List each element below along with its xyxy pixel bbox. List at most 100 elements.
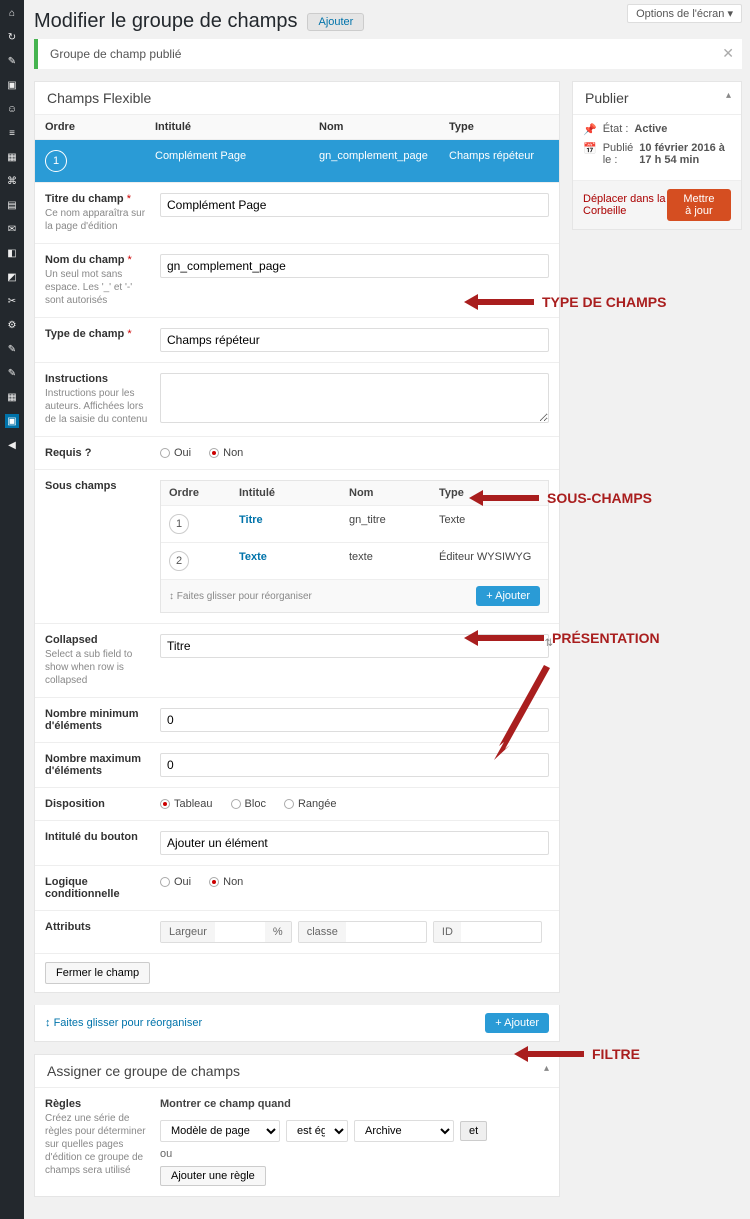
field-list-header: Ordre Intitulé Nom Type [35, 115, 559, 140]
rule-value-select[interactable]: Archive [354, 1120, 454, 1142]
rule-or-label: ou [160, 1148, 549, 1160]
field-row-active[interactable]: 1 Complément Page gn_complement_page Cha… [35, 140, 559, 182]
rule-param-select[interactable]: Modèle de page [160, 1120, 280, 1142]
wp-admin-sidebar: ⌂ ↻ ✎ ▣ ☺ ≡ ▦ ⌘ ▤ ✉ ◧ ◩ ✂ ⚙ ✎ ✎ ▦ ▣ ◀ [0, 0, 24, 1219]
input-min[interactable] [160, 708, 549, 732]
header-ordre: Ordre [35, 115, 145, 139]
header-type: Type [439, 115, 559, 139]
pub-label: Publié le : [603, 142, 634, 166]
postbox-toggle-icon[interactable]: ▴ [726, 90, 731, 101]
field-order-badge: 1 [45, 150, 67, 172]
main-add-button[interactable]: + Ajouter [485, 1013, 549, 1033]
radio-logique-oui[interactable]: Oui [160, 876, 191, 888]
sitemap-icon[interactable]: ▣ [5, 78, 19, 92]
label-regles: Règles [45, 1098, 81, 1110]
attr-id-label: ID [434, 922, 461, 942]
attr-classe-label: classe [299, 922, 346, 942]
desc-titre: Ce nom apparaîtra sur la page d'édition [45, 207, 152, 233]
state-value: Active [634, 123, 667, 136]
publish-notice: Groupe de champ publié ✕ [34, 39, 742, 69]
subfields-table: Ordre Intitulé Nom Type 1 Titre gn_titre [160, 480, 549, 613]
label-instructions: Instructions [45, 373, 108, 385]
radio-disp-tableau[interactable]: Tableau [160, 798, 213, 810]
rule-operator-select[interactable]: est égal à [286, 1120, 348, 1142]
fields-postbox-title: Champs Flexible [35, 82, 559, 115]
appearance-icon[interactable]: ◧ [5, 246, 19, 260]
add-new-button[interactable]: Ajouter [307, 13, 364, 31]
radio-disp-rangee[interactable]: Rangée [284, 798, 337, 810]
close-field-button[interactable]: Fermer le champ [45, 962, 150, 984]
attr-classe-input[interactable] [346, 922, 426, 942]
subfield-row[interactable]: 1 Titre gn_titre Texte [161, 506, 548, 543]
attr-largeur-input[interactable] [215, 922, 265, 942]
input-max[interactable] [160, 753, 549, 777]
notice-text: Groupe de champ publié [50, 47, 181, 61]
input-bouton[interactable] [160, 831, 549, 855]
rule-and-button[interactable]: et [460, 1121, 487, 1141]
header-intitule: Intitulé [145, 115, 309, 139]
dashboard-icon[interactable]: ⌂ [5, 6, 19, 20]
label-collapsed: Collapsed [45, 634, 98, 646]
radio-disp-bloc[interactable]: Bloc [231, 798, 266, 810]
desc-collapsed: Select a sub field to show when row is c… [45, 648, 152, 687]
tools-icon[interactable]: ✂ [5, 294, 19, 308]
update-button[interactable]: Mettre à jour [667, 189, 731, 221]
desc-nom: Un seul mot sans espace. Les '_' et '-' … [45, 268, 152, 307]
attr-pct: % [265, 922, 291, 942]
pin-icon: 📌 [583, 123, 597, 136]
postbox-toggle-icon[interactable]: ▴ [544, 1063, 549, 1074]
select-collapsed[interactable] [160, 634, 549, 658]
label-nom: Nom du champ [45, 254, 124, 266]
label-souschamps: Sous champs [45, 480, 117, 492]
analytics-icon[interactable]: ≡ [5, 126, 19, 140]
radio-requis-oui[interactable]: Oui [160, 447, 191, 459]
admin-wrench-icon[interactable]: ✎ [5, 366, 19, 380]
field-type: Champs répéteur [439, 140, 559, 182]
posts-icon[interactable]: ✎ [5, 54, 19, 68]
add-rule-button[interactable]: Ajouter une règle [160, 1166, 266, 1186]
radio-requis-non[interactable]: Non [209, 447, 243, 459]
trash-link[interactable]: Déplacer dans la Corbeille [583, 193, 667, 217]
attr-id-input[interactable] [461, 922, 541, 942]
label-type: Type de champ [45, 328, 124, 340]
label-disposition: Disposition [45, 798, 105, 810]
collapse-icon[interactable]: ◀ [5, 438, 19, 452]
settings-icon[interactable]: ⚙ [5, 318, 19, 332]
label-titre: Titre du champ [45, 193, 124, 205]
extra-icon[interactable]: ▦ [5, 390, 19, 404]
label-max: Nombre maximum d'éléments [45, 753, 141, 777]
subfield-add-button[interactable]: + Ajouter [476, 586, 540, 606]
acf-icon[interactable]: ▣ [5, 414, 19, 428]
header-nom: Nom [309, 115, 439, 139]
label-attributs: Attributs [45, 921, 91, 933]
updates-icon[interactable]: ↻ [5, 30, 19, 44]
sf-header-nom: Nom [341, 481, 431, 505]
input-titre[interactable] [160, 193, 549, 217]
textarea-instructions[interactable] [160, 373, 549, 423]
media-icon[interactable]: ▦ [5, 150, 19, 164]
page-title: Modifier le groupe de champs [34, 10, 297, 33]
subfield-row[interactable]: 2 Texte texte Éditeur WYSIWYG [161, 543, 548, 580]
plugins-icon[interactable]: ◩ [5, 270, 19, 284]
users-icon[interactable]: ☺ [5, 102, 19, 116]
links-icon[interactable]: ⌘ [5, 174, 19, 188]
pub-value: 10 février 2016 à 17 h 54 min [639, 142, 731, 166]
radio-logique-non[interactable]: Non [209, 876, 243, 888]
dismiss-notice-icon[interactable]: ✕ [722, 45, 734, 62]
label-requis: Requis ? [45, 447, 91, 459]
state-label: État : [603, 123, 629, 136]
main-drag-hint: ↕ Faites glisser pour réorganiser [45, 1017, 202, 1029]
location-postbox-title: Assigner ce groupe de champs▴ [35, 1055, 559, 1088]
admin-tool-icon[interactable]: ✎ [5, 342, 19, 356]
select-type[interactable] [160, 328, 549, 352]
screen-options-toggle[interactable]: Options de l'écran ▾ [627, 4, 742, 23]
label-logique: Logique conditionnelle [45, 876, 120, 900]
input-nom[interactable] [160, 254, 549, 278]
pages-icon[interactable]: ▤ [5, 198, 19, 212]
desc-regles: Créez une série de règles pour détermine… [45, 1112, 152, 1177]
field-nom: gn_complement_page [309, 140, 439, 182]
sf-header-intitule: Intitulé [231, 481, 341, 505]
attr-largeur-label: Largeur [161, 922, 215, 942]
subfields-drag-hint: ↕ Faites glisser pour réorganiser [169, 591, 312, 602]
comments-icon[interactable]: ✉ [5, 222, 19, 236]
